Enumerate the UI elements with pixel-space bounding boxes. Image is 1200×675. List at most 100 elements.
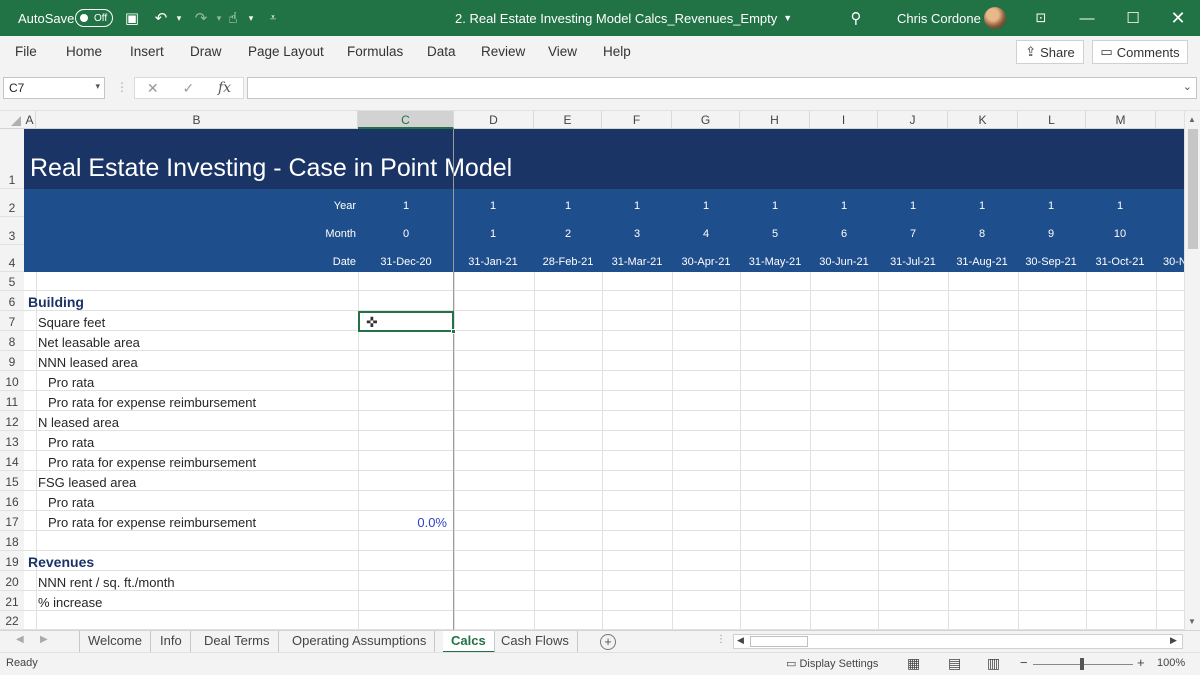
vertical-scrollbar[interactable]: ▲ ▼ xyxy=(1184,111,1200,630)
date-cell[interactable]: 30-N xyxy=(1163,256,1184,268)
insert-function-button[interactable]: fx xyxy=(218,80,231,96)
zoom-level[interactable]: 100% xyxy=(1157,657,1185,669)
month-cell[interactable]: 4 xyxy=(671,228,741,240)
column-header-m[interactable]: M xyxy=(1086,111,1156,129)
date-cell[interactable]: 30-Apr-21 xyxy=(671,256,741,268)
date-cell[interactable]: 30-Jun-21 xyxy=(809,256,879,268)
minimize-icon[interactable]: — xyxy=(1064,0,1110,36)
column-header-f[interactable]: F xyxy=(602,111,672,129)
row-header-5[interactable]: 5 xyxy=(0,272,24,291)
row-header-15[interactable]: 15 xyxy=(0,471,24,491)
month-cell[interactable]: 9 xyxy=(1016,228,1086,240)
row-header-22[interactable]: 22 xyxy=(0,611,24,630)
month-cell[interactable]: 5 xyxy=(740,228,810,240)
page-break-view-icon[interactable]: ▥ xyxy=(987,655,1000,672)
avatar[interactable] xyxy=(984,7,1006,29)
worksheet-grid[interactable]: Real Estate Investing - Case in Point Mo… xyxy=(0,129,1184,630)
cancel-icon[interactable]: ✕ xyxy=(147,80,159,97)
column-header-g[interactable]: G xyxy=(672,111,740,129)
label-nnn-rent[interactable]: NNN rent / sq. ft./month xyxy=(38,575,175,590)
close-icon[interactable]: ✕ xyxy=(1155,0,1200,36)
tab-help[interactable]: Help xyxy=(603,36,631,68)
column-header-j[interactable]: J xyxy=(878,111,948,129)
enter-icon[interactable]: ✓ xyxy=(182,80,194,97)
sheet-tab-deal-terms[interactable]: Deal Terms xyxy=(196,631,279,653)
year-cell[interactable]: 1 xyxy=(602,200,672,212)
cell-c17[interactable]: 0.0% xyxy=(358,515,447,530)
label-n-leased-area[interactable]: N leased area xyxy=(38,415,119,430)
column-header-d[interactable]: D xyxy=(454,111,534,129)
column-header-e[interactable]: E xyxy=(534,111,602,129)
column-header-a[interactable]: A xyxy=(24,111,36,129)
label-nnn-pro-rata[interactable]: Pro rata xyxy=(48,375,94,390)
tab-data[interactable]: Data xyxy=(427,36,456,68)
row-header-16[interactable]: 16 xyxy=(0,491,24,511)
next-sheet-icon[interactable]: ▶ xyxy=(40,634,48,645)
date-cell[interactable]: 31-Jan-21 xyxy=(458,256,528,268)
year-label[interactable]: Year xyxy=(300,200,356,212)
year-cell[interactable]: 1 xyxy=(740,200,810,212)
maximize-icon[interactable]: ☐ xyxy=(1110,0,1156,36)
page-layout-view-icon[interactable]: ▤ xyxy=(948,655,961,672)
row-header-17[interactable]: 17 xyxy=(0,511,24,531)
ribbon-display-icon[interactable]: ⊡ xyxy=(1018,0,1064,36)
row-header-10[interactable]: 10 xyxy=(0,371,24,391)
year-cell[interactable]: 1 xyxy=(1085,200,1155,212)
select-all-icon[interactable] xyxy=(0,111,24,129)
vertical-scroll-thumb[interactable] xyxy=(1188,129,1198,249)
label-nnn-pro-rata-reimbursement[interactable]: Pro rata for expense reimbursement xyxy=(48,395,256,410)
row-header-13[interactable]: 13 xyxy=(0,431,24,451)
label-square-feet[interactable]: Square feet xyxy=(38,315,105,330)
tab-page-layout[interactable]: Page Layout xyxy=(248,36,324,68)
touch-dropdown-icon[interactable]: ▾ xyxy=(240,0,262,36)
month-cell[interactable]: 7 xyxy=(878,228,948,240)
label-fsg-pro-rata-reimbursement[interactable]: Pro rata for expense reimbursement xyxy=(48,515,256,530)
date-cell[interactable]: 31-Jul-21 xyxy=(878,256,948,268)
date-label[interactable]: Date xyxy=(300,256,356,268)
zoom-out-icon[interactable]: − xyxy=(1020,655,1028,670)
section-building[interactable]: Building xyxy=(28,294,84,310)
column-header-h[interactable]: H xyxy=(740,111,810,129)
tab-view[interactable]: View xyxy=(548,36,577,68)
sheet-tab-operating-assumptions[interactable]: Operating Assumptions xyxy=(284,631,436,653)
label-n-pro-rata[interactable]: Pro rata xyxy=(48,435,94,450)
tab-splitter-icon[interactable]: ⋮ xyxy=(716,634,726,645)
tab-home[interactable]: Home xyxy=(66,36,102,68)
row-header-3[interactable]: 3 xyxy=(0,217,24,245)
tab-draw[interactable]: Draw xyxy=(190,36,222,68)
row-header-1[interactable]: 1 xyxy=(0,129,24,189)
tab-review[interactable]: Review xyxy=(481,36,525,68)
year-cell[interactable]: 1 xyxy=(1016,200,1086,212)
date-cell[interactable]: 31-Oct-21 xyxy=(1085,256,1155,268)
row-header-12[interactable]: 12 xyxy=(0,411,24,431)
expand-formula-icon[interactable]: ⌄ xyxy=(1183,80,1192,93)
normal-view-icon[interactable]: ▦ xyxy=(907,655,920,672)
share-button[interactable]: ⇪ Share xyxy=(1016,40,1084,64)
section-revenues[interactable]: Revenues xyxy=(28,554,94,570)
row-header-14[interactable]: 14 xyxy=(0,451,24,471)
horizontal-scroll-thumb[interactable] xyxy=(750,636,808,647)
row-header-4[interactable]: 4 xyxy=(0,245,24,272)
name-box[interactable]: C7 ▾ xyxy=(3,77,105,99)
horizontal-scrollbar[interactable]: ◀ ▶ xyxy=(733,634,1183,649)
year-cell[interactable]: 1 xyxy=(533,200,603,212)
row-header-19[interactable]: 19 xyxy=(0,551,24,571)
display-settings-button[interactable]: ▭ Display Settings xyxy=(786,657,878,670)
date-cell[interactable]: 30-Sep-21 xyxy=(1016,256,1086,268)
zoom-in-icon[interactable]: + xyxy=(1137,655,1145,670)
column-header-b[interactable]: B xyxy=(36,111,358,129)
zoom-slider-thumb[interactable] xyxy=(1080,658,1084,670)
date-cell[interactable]: 31-Dec-20 xyxy=(371,256,441,268)
tab-file[interactable]: File xyxy=(15,36,37,68)
autosave-toggle[interactable]: Off xyxy=(75,9,113,27)
sheet-tab-cash-flows[interactable]: Cash Flows xyxy=(493,631,578,653)
year-cell[interactable]: 1 xyxy=(947,200,1017,212)
row-header-20[interactable]: 20 xyxy=(0,571,24,591)
date-cell[interactable]: 28-Feb-21 xyxy=(533,256,603,268)
month-label[interactable]: Month xyxy=(300,228,356,240)
column-header-k[interactable]: K xyxy=(948,111,1018,129)
year-cell[interactable]: 1 xyxy=(671,200,741,212)
tab-insert[interactable]: Insert xyxy=(130,36,164,68)
sheet-tab-calcs[interactable]: Calcs xyxy=(443,631,495,653)
column-header-l[interactable]: L xyxy=(1018,111,1086,129)
